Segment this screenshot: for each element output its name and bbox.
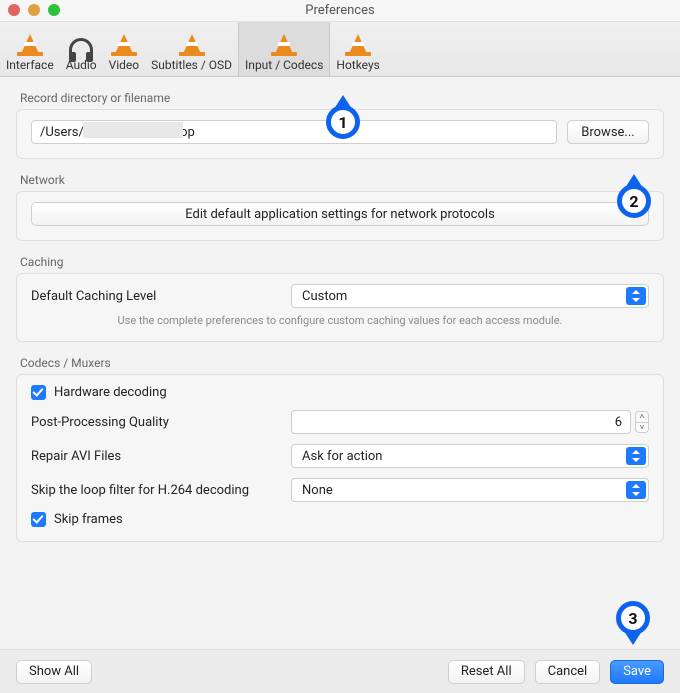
checkbox-label: Hardware decoding — [54, 385, 167, 400]
caching-hint: Use the complete preferences to configur… — [31, 314, 649, 327]
cone-icon — [343, 26, 373, 56]
tab-label: Hotkeys — [336, 58, 379, 72]
callout-marker-2: 2 — [617, 184, 651, 218]
cone-icon — [109, 26, 139, 56]
repair-avi-label: Repair AVI Files — [31, 449, 281, 464]
caching-level-label: Default Caching Level — [31, 289, 281, 304]
zoom-icon[interactable] — [48, 4, 60, 16]
skip-frames-checkbox[interactable]: Skip frames — [31, 512, 123, 527]
cone-icon — [177, 26, 207, 56]
chevron-up-icon: ˄ — [636, 412, 648, 423]
cone-icon — [15, 26, 45, 56]
close-icon[interactable] — [8, 4, 20, 16]
content-area: 1 Record directory or filename Browse...… — [0, 91, 680, 542]
skip-loop-label: Skip the loop filter for H.264 decoding — [31, 483, 281, 498]
tab-subtitles-osd[interactable]: Subtitles / OSD — [145, 21, 238, 76]
headphones-icon — [66, 26, 96, 56]
record-path-wrapper — [31, 120, 557, 144]
caching-level-select[interactable]: Custom — [291, 284, 649, 308]
tab-audio[interactable]: Audio — [60, 21, 103, 76]
callout-marker-1: 1 — [326, 105, 360, 139]
checkbox-label: Skip frames — [54, 512, 123, 527]
section-label-caching: Caching — [20, 255, 664, 269]
section-network: Edit default application settings for ne… — [16, 191, 664, 241]
section-codecs: Hardware decoding Post-Processing Qualit… — [16, 374, 664, 542]
callout-marker-3: 3 — [616, 601, 650, 635]
tab-label: Subtitles / OSD — [151, 58, 232, 72]
show-all-button[interactable]: Show All — [16, 660, 92, 684]
select-value: Custom — [302, 289, 347, 304]
tab-label: Input / Codecs — [245, 58, 323, 72]
tab-label: Interface — [6, 58, 54, 72]
section-caching: Default Caching Level Custom Use the com… — [16, 273, 664, 342]
cone-icon — [269, 26, 299, 56]
traffic-lights — [8, 4, 60, 16]
tab-input-codecs[interactable]: Input / Codecs — [238, 21, 330, 76]
save-button[interactable]: Save — [610, 660, 664, 684]
check-icon — [31, 385, 46, 400]
redaction — [83, 122, 183, 138]
edit-network-protocols-button[interactable]: Edit default application settings for ne… — [31, 202, 649, 226]
tab-interface[interactable]: Interface — [0, 21, 60, 76]
section-label-codecs: Codecs / Muxers — [20, 356, 664, 370]
tab-hotkeys[interactable]: Hotkeys — [330, 21, 385, 76]
browse-button[interactable]: Browse... — [567, 120, 649, 144]
repair-avi-select[interactable]: Ask for action — [291, 444, 649, 468]
chevron-up-down-icon — [626, 481, 646, 499]
select-value: Ask for action — [302, 449, 382, 464]
section-label-network: Network — [20, 173, 664, 187]
preferences-toolbar: Interface Audio Video Subtitles / OSD In… — [0, 22, 680, 77]
skip-loop-select[interactable]: None — [291, 478, 649, 502]
quantity-stepper[interactable]: ˄ ˅ — [635, 411, 649, 433]
footer: Show All Reset All Cancel Save — [0, 649, 680, 693]
chevron-down-icon: ˅ — [636, 423, 648, 433]
check-icon — [31, 512, 46, 527]
select-value: None — [302, 483, 333, 498]
cancel-button[interactable]: Cancel — [535, 660, 601, 684]
tab-video[interactable]: Video — [103, 21, 146, 76]
titlebar: Preferences — [0, 0, 680, 22]
tab-label: Video — [109, 58, 140, 72]
hardware-decoding-checkbox[interactable]: Hardware decoding — [31, 385, 167, 400]
chevron-up-down-icon — [626, 447, 646, 465]
window-title: Preferences — [0, 3, 680, 18]
chevron-up-down-icon — [626, 287, 646, 305]
reset-all-button[interactable]: Reset All — [448, 660, 525, 684]
minimize-icon[interactable] — [28, 4, 40, 16]
pp-quality-input[interactable] — [291, 410, 631, 434]
pp-quality-label: Post-Processing Quality — [31, 415, 281, 430]
